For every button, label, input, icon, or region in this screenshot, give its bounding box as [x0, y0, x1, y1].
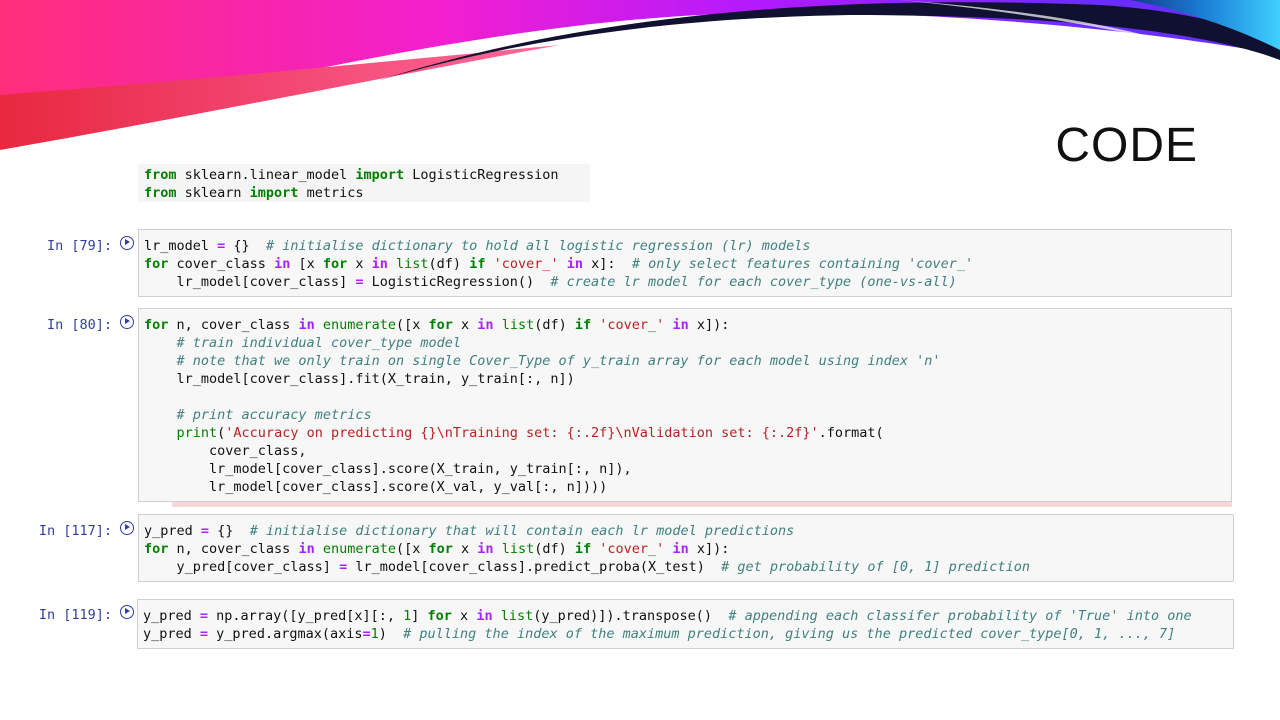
run-cell-icon[interactable] — [120, 521, 134, 535]
slide-title: CODE — [1055, 119, 1198, 172]
cell-prompt: In [117]: — [38, 523, 112, 539]
run-cell-icon[interactable] — [120, 236, 134, 250]
run-cell-icon[interactable] — [120, 315, 134, 329]
code-cell-input[interactable]: y_pred = {} # initialise dictionary that… — [138, 514, 1234, 582]
run-cell-icon[interactable] — [120, 605, 134, 619]
cell-prompt: In [119]: — [38, 607, 112, 623]
code-cell-input[interactable]: for n, cover_class in enumerate([x for x… — [138, 308, 1232, 502]
cell-output-divider — [172, 502, 1232, 507]
code-cell-input[interactable]: lr_model = {} # initialise dictionary to… — [138, 229, 1232, 297]
import-code-block: from sklearn.linear_model import Logisti… — [138, 164, 590, 202]
code-cell-input[interactable]: y_pred = np.array([y_pred[x][:, 1] for x… — [137, 599, 1234, 649]
cell-prompt: In [80]: — [46, 317, 112, 333]
cell-prompt: In [79]: — [46, 238, 112, 254]
